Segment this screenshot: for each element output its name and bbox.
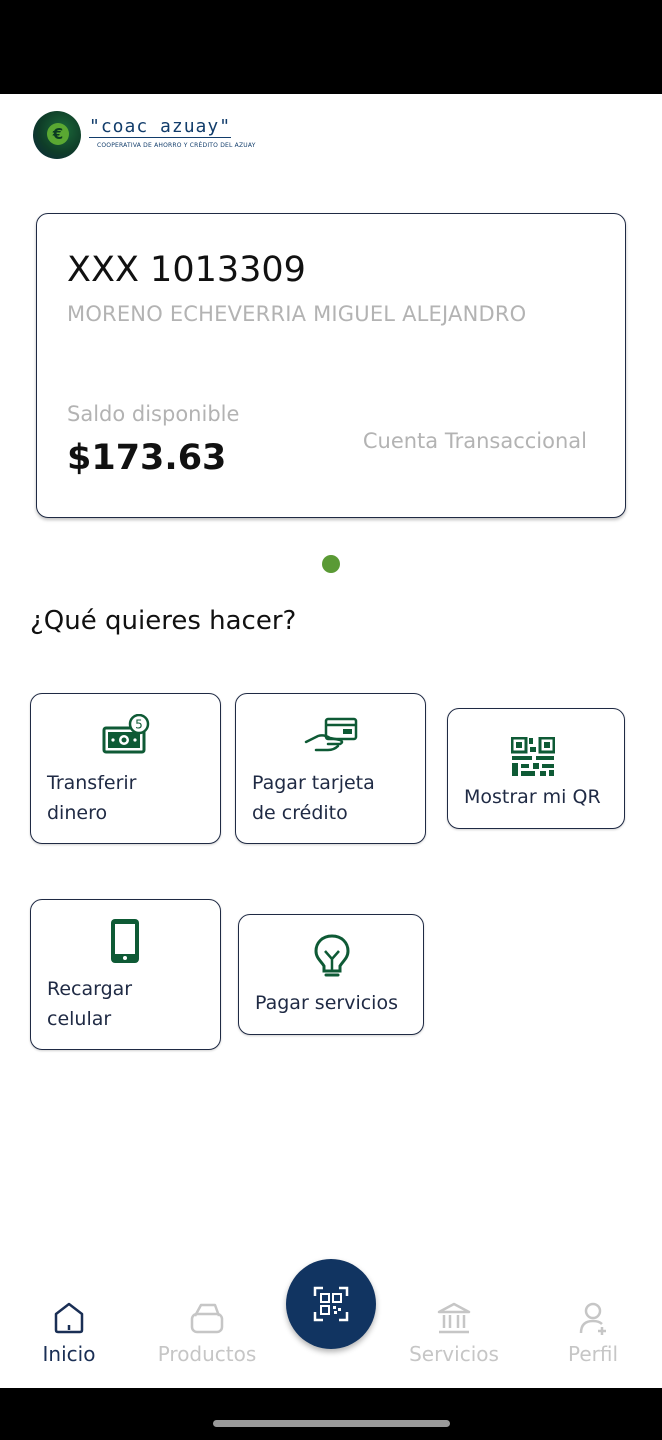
nav-servicios[interactable]: Servicios — [389, 1300, 519, 1366]
qr-code-icon — [511, 737, 555, 776]
money-transfer-icon: 5 — [102, 714, 150, 754]
carousel-page-indicator — [322, 555, 340, 573]
credit-card-label-line1: Pagar tarjeta — [252, 772, 375, 794]
recharge-label-line1: Recargar — [47, 978, 133, 1000]
show-qr-label: Mostrar mi QR — [464, 786, 601, 808]
nav-perfil[interactable]: Perfil — [528, 1300, 658, 1366]
nav-servicios-label: Servicios — [409, 1342, 499, 1366]
recharge-phone-button[interactable]: Recargar celular — [30, 899, 221, 1050]
nav-productos-label: Productos — [157, 1342, 257, 1366]
recharge-label-line2: celular — [47, 1008, 112, 1030]
account-number: XXX 1013309 — [67, 250, 306, 290]
bank-icon — [437, 1302, 471, 1334]
logo-emblem-icon: € — [33, 111, 81, 159]
nav-productos[interactable]: Productos — [142, 1300, 272, 1366]
pay-services-label: Pagar servicios — [255, 992, 398, 1014]
nav-inicio-label: Inicio — [42, 1342, 96, 1366]
home-indicator[interactable] — [213, 1420, 450, 1427]
logo-subtitle: COOPERATIVA DE AHORRO Y CRÉDITO DEL AZUA… — [97, 142, 256, 149]
transfer-money-button[interactable]: 5 Transferir dinero — [30, 693, 221, 844]
status-bar — [0, 0, 662, 94]
nav-perfil-label: Perfil — [567, 1342, 619, 1366]
svg-text:5: 5 — [135, 718, 143, 732]
account-type: Cuenta Transaccional — [362, 429, 587, 453]
user-add-icon — [579, 1302, 606, 1335]
brand-logo: € "coac azuay" COOPERATIVA DE AHORRO Y C… — [33, 111, 256, 161]
system-navigation-bar — [0, 1388, 662, 1440]
account-card[interactable]: XXX 1013309 MORENO ECHEVERRIA MIGUEL ALE… — [36, 213, 626, 518]
balance-label: Saldo disponible — [67, 402, 240, 426]
section-title: ¿Qué quieres hacer? — [30, 606, 297, 636]
lightbulb-icon — [314, 934, 350, 977]
home-icon — [54, 1302, 84, 1334]
balance-value: $173.63 — [67, 438, 227, 478]
account-holder-name: MORENO ECHEVERRIA MIGUEL ALEJANDRO — [67, 302, 527, 326]
logo-name: "coac azuay" — [89, 116, 232, 138]
nav-inicio[interactable]: Inicio — [4, 1300, 134, 1366]
qr-scan-button[interactable] — [286, 1259, 376, 1349]
credit-card-hand-icon — [304, 717, 358, 752]
transfer-label-line2: dinero — [47, 802, 108, 824]
credit-card-label-line2: de crédito — [252, 802, 348, 824]
wallet-icon — [190, 1303, 224, 1334]
transfer-label-line1: Transferir — [47, 772, 137, 794]
pay-credit-card-button[interactable]: Pagar tarjeta de crédito — [235, 693, 426, 844]
mobile-phone-icon — [111, 919, 139, 963]
show-my-qr-button[interactable]: Mostrar mi QR — [447, 708, 625, 829]
pay-services-button[interactable]: Pagar servicios — [238, 914, 424, 1035]
qr-scan-icon — [313, 1286, 349, 1322]
